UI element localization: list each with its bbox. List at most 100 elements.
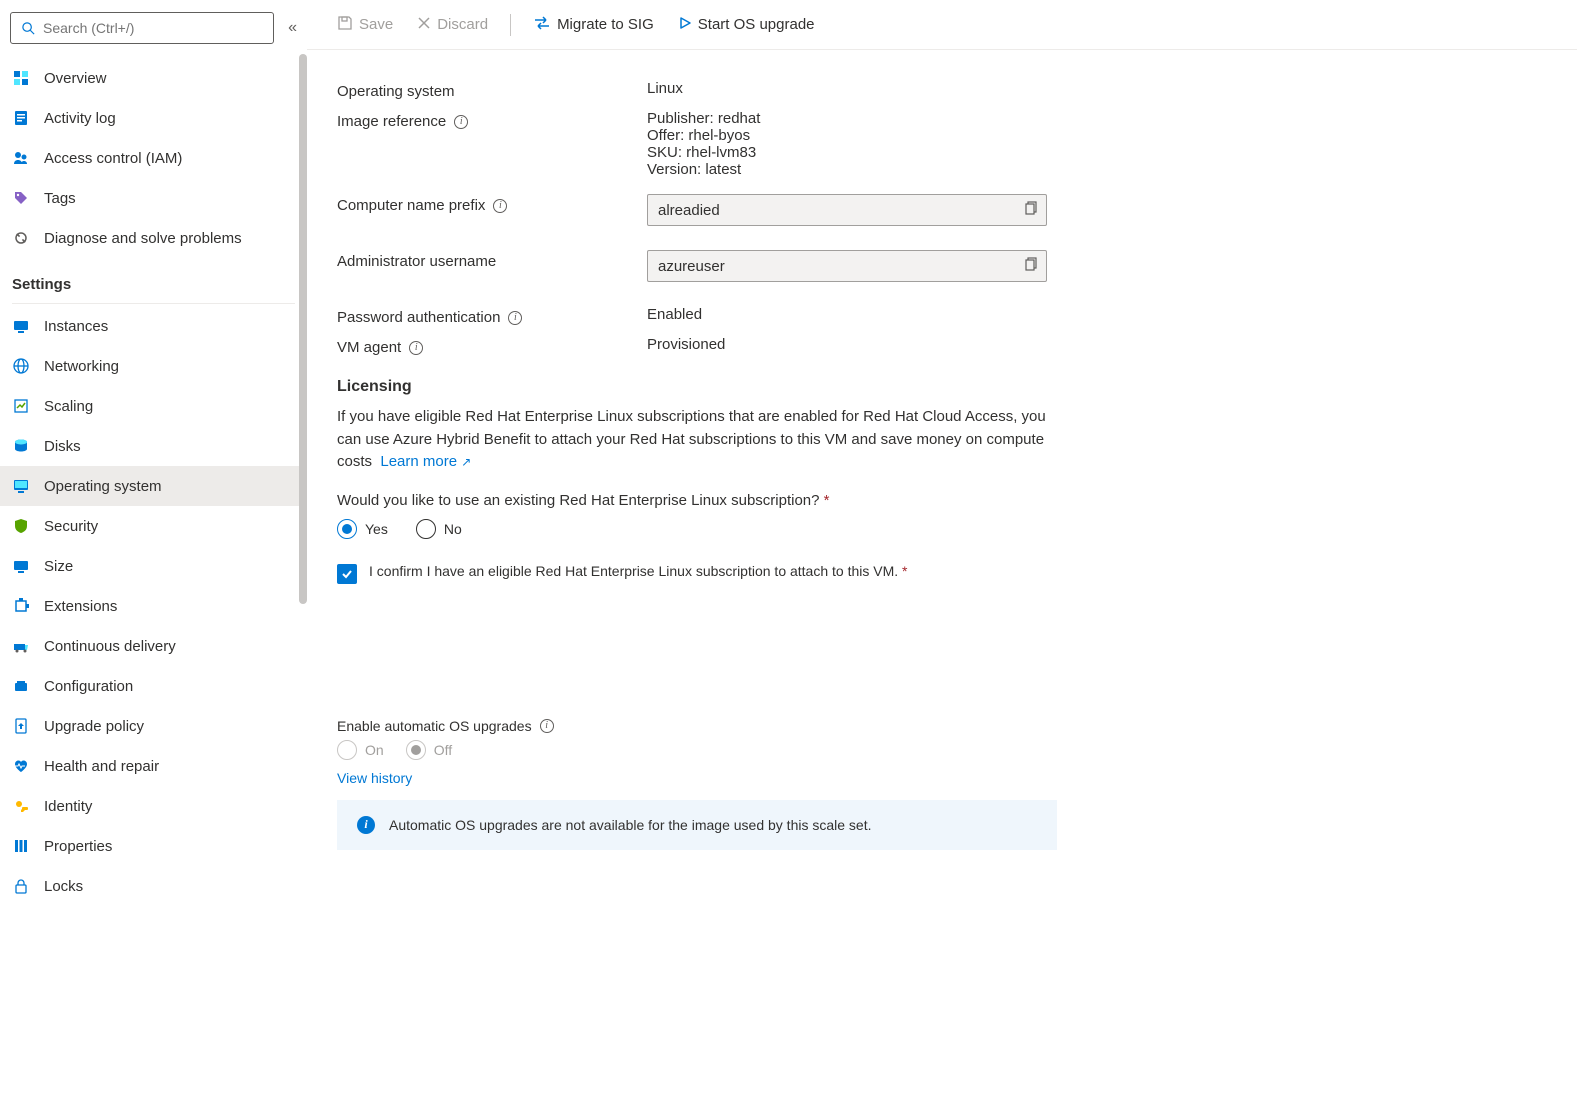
image-reference-value: Publisher: redhat Offer: rhel-byos SKU: … [647, 110, 760, 178]
sidebar-item-properties[interactable]: Properties [0, 826, 307, 866]
copy-icon[interactable] [1024, 201, 1038, 219]
info-icon[interactable]: i [508, 311, 522, 325]
sidebar-item-instances[interactable]: Instances [0, 306, 307, 346]
confirm-checkbox[interactable] [337, 564, 357, 584]
radio-off: Off [406, 740, 452, 760]
save-button[interactable]: Save [327, 9, 403, 41]
learn-more-link[interactable]: Learn more ↗ [380, 453, 471, 470]
sidebar-item-networking[interactable]: Networking [0, 346, 307, 386]
upgrade-policy-icon [12, 717, 30, 735]
shield-icon [12, 517, 30, 535]
overview-icon [12, 69, 30, 87]
radio-yes[interactable]: Yes [337, 519, 388, 539]
vm-agent-value: Provisioned [647, 336, 725, 353]
confirm-checkbox-row[interactable]: I confirm I have an eligible Red Hat Ent… [337, 563, 1547, 584]
password-auth-label: Password authentication i [337, 306, 647, 326]
health-icon [12, 757, 30, 775]
scaling-icon [12, 397, 30, 415]
info-banner: i Automatic OS upgrades are not availabl… [337, 800, 1057, 850]
info-icon[interactable]: i [409, 341, 423, 355]
sidebar-item-security[interactable]: Security [0, 506, 307, 546]
configuration-icon [12, 677, 30, 695]
properties-icon [12, 837, 30, 855]
sidebar-item-label: Size [44, 558, 73, 575]
external-link-icon: ↗ [461, 455, 471, 469]
enable-upgrades-label: Enable automatic OS upgrades [337, 718, 532, 734]
radio-no[interactable]: No [416, 519, 462, 539]
os-icon [12, 477, 30, 495]
search-input[interactable] [43, 20, 265, 36]
play-icon [678, 16, 692, 34]
tags-icon [12, 189, 30, 207]
sidebar-item-locks[interactable]: Locks [0, 866, 307, 906]
sidebar-item-label: Tags [44, 190, 76, 207]
sidebar-item-label: Scaling [44, 398, 93, 415]
sidebar-item-label: Upgrade policy [44, 718, 144, 735]
search-box[interactable] [10, 12, 274, 44]
sidebar-item-label: Extensions [44, 598, 117, 615]
sidebar-item-label: Networking [44, 358, 119, 375]
sidebar-item-size[interactable]: Size [0, 546, 307, 586]
sidebar-item-configuration[interactable]: Configuration [0, 666, 307, 706]
sidebar-scrollbar[interactable] [299, 54, 307, 614]
sidebar-item-label: Activity log [44, 110, 116, 127]
start-upgrade-button[interactable]: Start OS upgrade [668, 10, 825, 40]
computer-prefix-field: alreadied [647, 194, 1047, 226]
view-history-link[interactable]: View history [337, 770, 412, 786]
sidebar-item-overview[interactable]: Overview [0, 58, 307, 98]
info-banner-text: Automatic OS upgrades are not available … [389, 817, 872, 833]
sidebar-item-label: Health and repair [44, 758, 159, 775]
sidebar-item-diagnose[interactable]: Diagnose and solve problems [0, 218, 307, 258]
sidebar-item-label: Instances [44, 318, 108, 335]
sidebar-item-label: Security [44, 518, 98, 535]
sidebar-item-label: Diagnose and solve problems [44, 230, 242, 247]
sidebar-item-continuous-delivery[interactable]: Continuous delivery [0, 626, 307, 666]
vm-agent-label: VM agent i [337, 336, 647, 356]
sidebar-item-access-control[interactable]: Access control (IAM) [0, 138, 307, 178]
info-banner-icon: i [357, 816, 375, 834]
activity-log-icon [12, 109, 30, 127]
licensing-header: Licensing [337, 378, 1547, 396]
sidebar-item-label: Operating system [44, 478, 162, 495]
discard-button[interactable]: Discard [407, 10, 498, 40]
sidebar-item-disks[interactable]: Disks [0, 426, 307, 466]
info-icon[interactable]: i [493, 199, 507, 213]
sidebar-item-label: Configuration [44, 678, 133, 695]
admin-username-label: Administrator username [337, 250, 647, 270]
password-auth-value: Enabled [647, 306, 702, 323]
sidebar-item-label: Identity [44, 798, 92, 815]
migrate-icon [533, 15, 551, 35]
sidebar-item-tags[interactable]: Tags [0, 178, 307, 218]
sidebar-item-label: Properties [44, 838, 112, 855]
admin-username-field: azureuser [647, 250, 1047, 282]
collapse-sidebar-button[interactable]: « [288, 19, 297, 37]
sidebar-item-scaling[interactable]: Scaling [0, 386, 307, 426]
info-icon[interactable]: i [454, 115, 468, 129]
sidebar-item-extensions[interactable]: Extensions [0, 586, 307, 626]
sidebar-item-activity-log[interactable]: Activity log [0, 98, 307, 138]
sidebar-item-health[interactable]: Health and repair [0, 746, 307, 786]
image-reference-label: Image reference i [337, 110, 647, 130]
sidebar-item-label: Disks [44, 438, 81, 455]
discard-icon [417, 16, 431, 34]
computer-prefix-label: Computer name prefix i [337, 194, 647, 214]
networking-icon [12, 357, 30, 375]
sidebar-item-operating-system[interactable]: Operating system [0, 466, 307, 506]
sidebar: « Overview Activity log Access control (… [0, 0, 307, 1108]
disks-icon [12, 437, 30, 455]
sidebar-item-identity[interactable]: Identity [0, 786, 307, 826]
sidebar-item-label: Overview [44, 70, 107, 87]
main-content: Save Discard Migrate to SIG Start OS upg… [307, 0, 1577, 1108]
size-icon [12, 557, 30, 575]
extensions-icon [12, 597, 30, 615]
licensing-question: Would you like to use an existing Red Ha… [337, 492, 1547, 509]
save-icon [337, 15, 353, 35]
sidebar-item-label: Locks [44, 878, 83, 895]
lock-icon [12, 877, 30, 895]
migrate-button[interactable]: Migrate to SIG [523, 9, 664, 41]
info-icon[interactable]: i [540, 719, 554, 733]
copy-icon[interactable] [1024, 257, 1038, 275]
continuous-delivery-icon [12, 637, 30, 655]
sidebar-item-upgrade-policy[interactable]: Upgrade policy [0, 706, 307, 746]
access-control-icon [12, 149, 30, 167]
